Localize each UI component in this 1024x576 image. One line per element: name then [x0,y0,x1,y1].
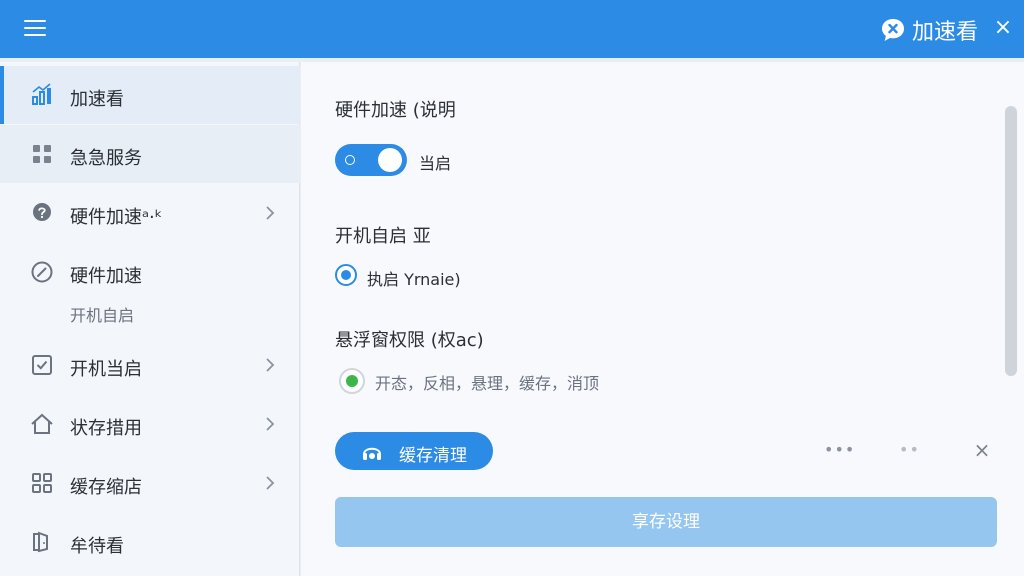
sidebar-item-label: 开机当启 [70,359,142,380]
checkbox-icon [32,355,52,375]
autostart-radio[interactable] [335,264,357,286]
autostart-radio-label: 执启 Yrnaie) [367,270,461,289]
toggle-knob [378,148,402,172]
cache-clean-label: 缓存清理 [399,446,467,466]
dismiss-icon[interactable]: × [971,439,993,461]
sidebar-item-label: 状存措用 [70,418,142,439]
sidebar-item-hardware-accel-ak[interactable]: 硬件加速ᵃ·ᵏ [0,184,300,242]
sidebar-item-label: 硬件加速ᵃ·ᵏ [70,207,163,228]
exit-icon [33,531,48,553]
title-bar: 加速看 × [0,0,1024,58]
scrollbar-thumb[interactable] [1005,106,1017,376]
app-title: 加速看 [911,20,978,45]
headset-icon [363,447,381,460]
chevron-right-icon [266,476,275,490]
sidebar-item-label: 急急服务 [70,148,142,169]
hardware-accel-toggle[interactable] [335,144,407,176]
gauge-icon [31,261,53,283]
autostart-title: 开机自启 亚 [335,226,431,247]
storage-settings-button[interactable]: 享存设理 [335,497,997,547]
grid-icon [33,145,51,163]
more-options-icon[interactable]: ••• [824,440,855,460]
settings-panel: 硬件加速 (说明 当启 开机自启 亚 执启 Yrnaie) 悬浮窗权限 (权ac… [301,62,1024,576]
cache-clean-button[interactable]: 缓存清理 [335,432,493,470]
chart-bars-icon [32,83,51,105]
question-circle-icon [33,203,51,221]
sidebar-item-label: 牟待看 [70,536,124,557]
more-options-small-icon[interactable]: •• [899,440,920,460]
toggle-ring-icon [345,155,355,165]
chevron-right-icon [266,358,275,372]
sidebar-item-accelerate-view[interactable]: 加速看 [0,66,300,124]
sidebar-subitem-autostart[interactable]: 开机自启 [70,302,134,326]
sidebar-item-wait-view[interactable]: 牟待看 [0,513,300,571]
sidebar-item-boot-start[interactable]: 开机当启 [0,336,300,394]
chevron-right-icon [266,206,275,220]
home-icon [31,413,53,434]
sidebar-item-cache[interactable]: 缓存缩店 [0,454,300,512]
sidebar: 加速看 急急服务 硬件加速ᵃ·ᵏ 硬件加速 开机自启 开机当启 状存措用 缓存缩… [0,62,300,576]
sidebar-item-label: 缓存缩店 [70,477,142,498]
chat-bubble-x-icon [881,19,904,41]
chevron-right-icon [266,417,275,431]
sidebar-item-label: 硬件加速 [70,266,142,287]
toggle-label: 当启 [419,154,452,173]
sidebar-item-hardware-accel[interactable]: 硬件加速 [0,243,300,301]
close-button[interactable]: × [990,15,1016,41]
hamburger-icon[interactable] [22,16,50,40]
apps-grid-icon [32,473,52,493]
float-window-title: 悬浮窗权限 (权ac) [335,330,484,351]
sidebar-item-label: 加速看 [70,89,124,110]
sidebar-item-urgent-service[interactable]: 急急服务 [0,125,300,183]
sidebar-item-storage[interactable]: 状存措用 [0,395,300,453]
brand: 加速看 [880,14,978,46]
float-window-radio[interactable] [339,368,365,394]
hardware-accel-title: 硬件加速 (说明 [335,100,456,121]
float-window-radio-label: 开态，反相，悬理，缓存，消顶 [375,374,600,393]
